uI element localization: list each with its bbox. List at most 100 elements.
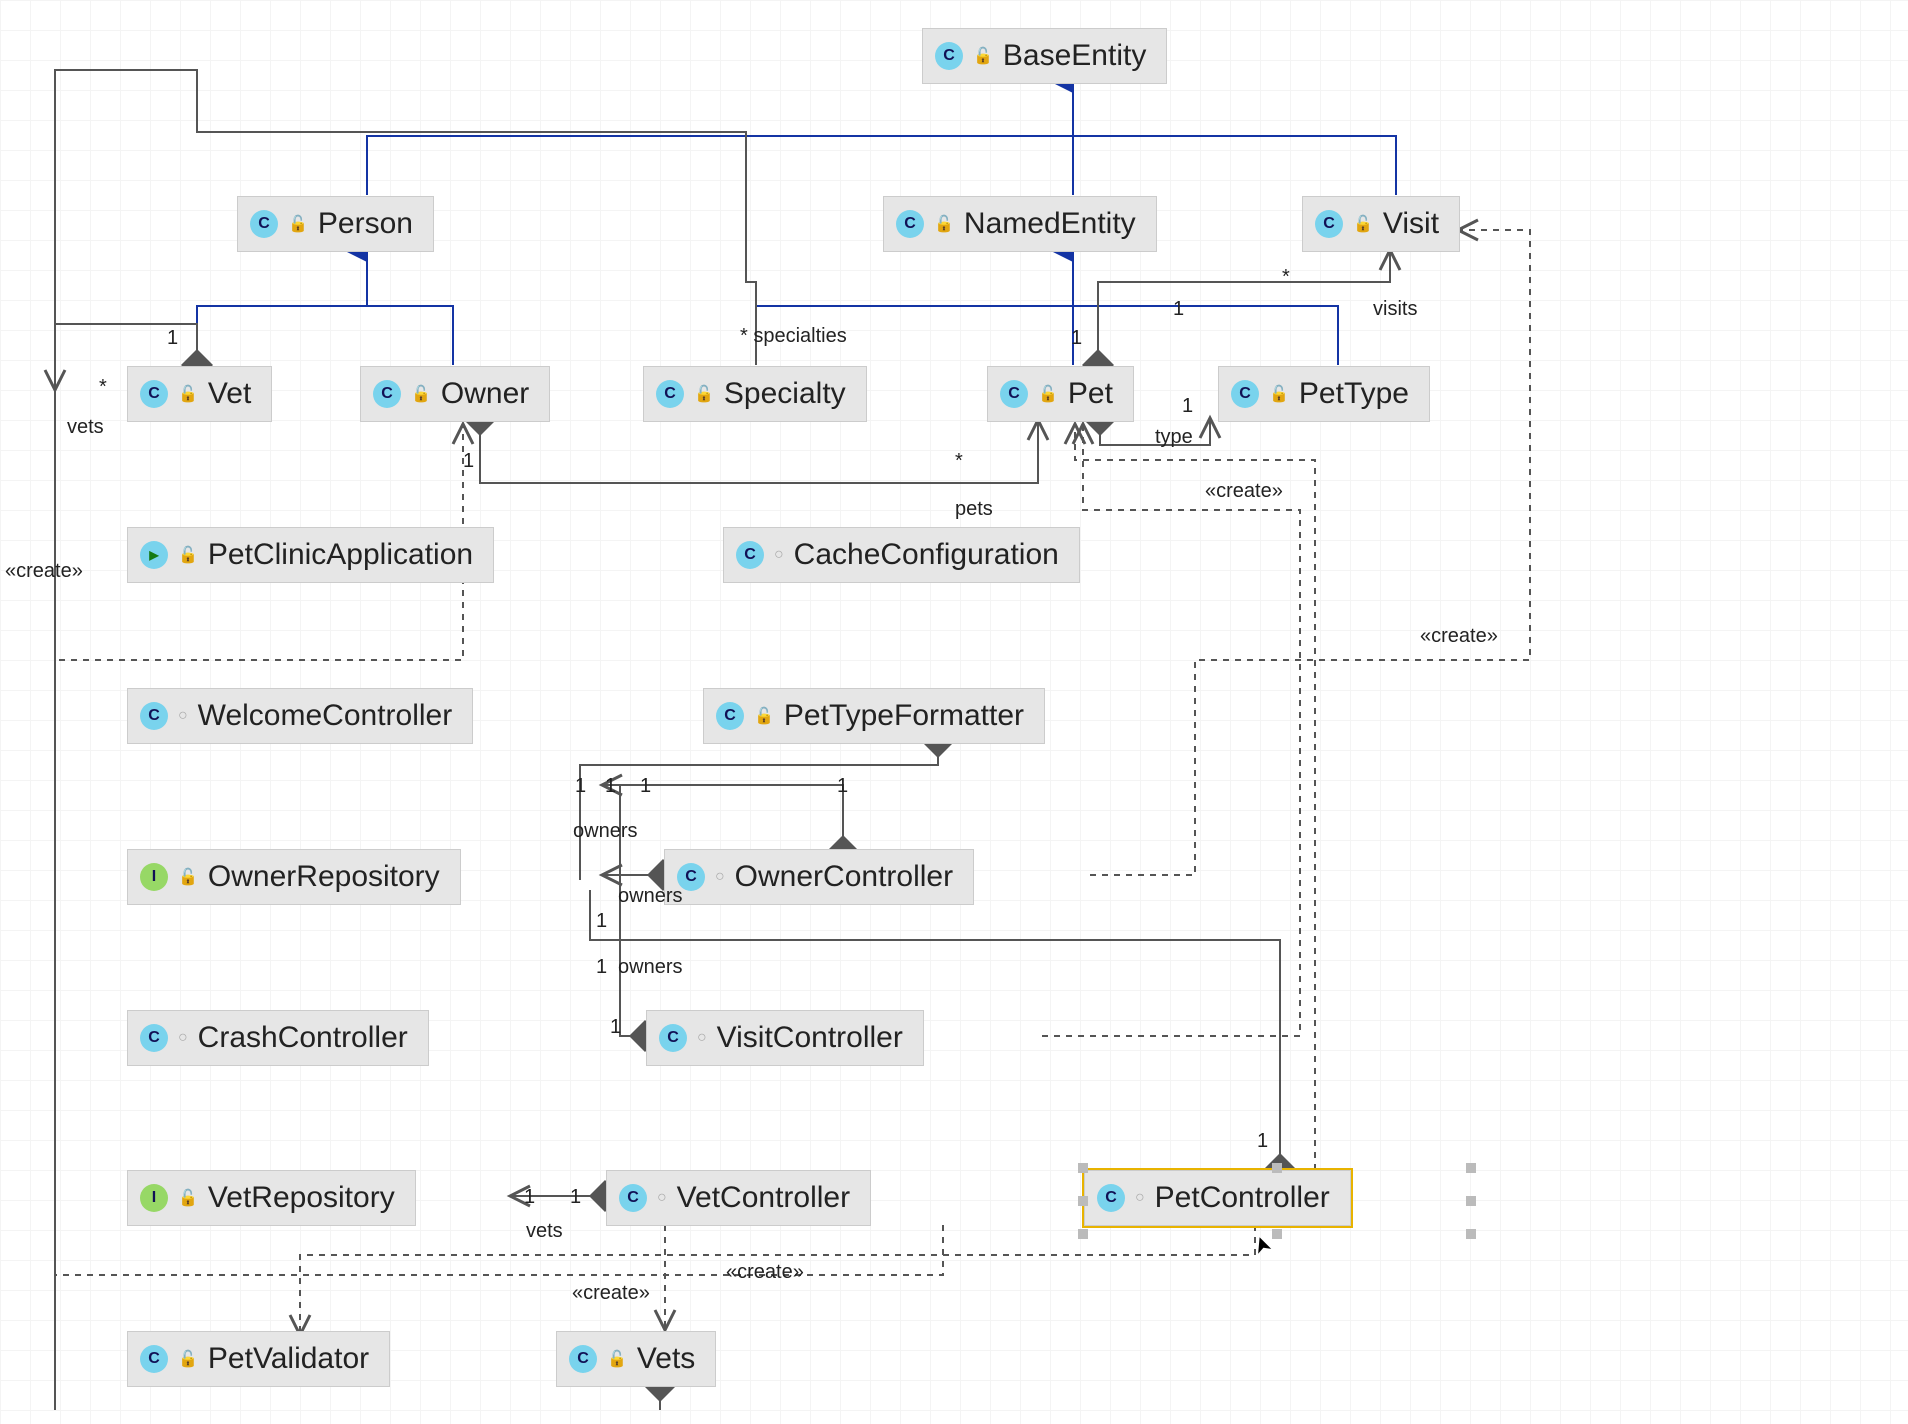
selection-handle[interactable]: [1272, 1163, 1282, 1173]
edge-label: vets: [67, 416, 104, 439]
class-node-Owner[interactable]: C 🔓 Owner: [360, 366, 550, 422]
class-node-PetController[interactable]: C○PetController: [1084, 1170, 1351, 1226]
class-icon: C: [373, 380, 401, 408]
runnable-class-icon: ▶: [140, 541, 168, 569]
unlock-icon: 🔓: [934, 214, 954, 234]
package-lock-icon: ○: [1135, 1189, 1145, 1207]
class-icon: C: [736, 541, 764, 569]
selection-handle[interactable]: [1078, 1163, 1088, 1173]
selection-handle[interactable]: [1466, 1163, 1476, 1173]
edge-label: «create»: [5, 560, 83, 583]
edge-label: 1: [610, 1016, 621, 1039]
class-name-label: PetClinicApplication: [208, 538, 473, 572]
unlock-icon: 🔓: [607, 1349, 627, 1369]
class-node-Specialty[interactable]: C🔓Specialty: [643, 366, 867, 422]
edge-label: «create»: [1420, 625, 1498, 648]
class-node-PetClinicApplication[interactable]: ▶🔓PetClinicApplication: [127, 527, 494, 583]
edge-label: 1: [640, 775, 651, 798]
package-lock-icon: ○: [715, 868, 725, 886]
class-node-CrashController[interactable]: C○CrashController: [127, 1010, 429, 1066]
uml-canvas[interactable]: C 🔓 BaseEntity C 🔓 Person C 🔓 NamedEntity C 🔓 Visit…: [0, 0, 1908, 1424]
unlock-icon: 🔓: [1353, 214, 1373, 234]
unlock-icon: 🔓: [178, 384, 198, 404]
class-icon: C: [1097, 1184, 1125, 1212]
selection-handle[interactable]: [1466, 1196, 1476, 1206]
edge-label: «create»: [572, 1282, 650, 1305]
edge-label: 1: [837, 775, 848, 798]
class-name-label: Owner: [441, 377, 529, 411]
class-node-Pet[interactable]: C🔓Pet: [987, 366, 1134, 422]
package-lock-icon: ○: [178, 1029, 188, 1047]
class-node-PetType[interactable]: C🔓PetType: [1218, 366, 1430, 422]
edge-label: 1: [596, 910, 607, 933]
unlock-icon: 🔓: [973, 46, 993, 66]
class-node-OwnerController[interactable]: C○OwnerController: [664, 849, 974, 905]
package-lock-icon: ○: [657, 1189, 667, 1207]
selection-handle[interactable]: [1078, 1196, 1088, 1206]
class-node-WelcomeController[interactable]: C○WelcomeController: [127, 688, 473, 744]
class-node-Person[interactable]: C 🔓 Person: [237, 196, 434, 252]
class-node-VetController[interactable]: C○VetController: [606, 1170, 871, 1226]
class-name-label: Vet: [208, 377, 251, 411]
edge-label: 1: [1182, 395, 1193, 418]
edge-label: visits: [1373, 298, 1417, 321]
edge-label: owners: [618, 885, 682, 908]
class-icon: C: [569, 1345, 597, 1373]
edge-label: 1: [605, 775, 616, 798]
class-icon: C: [250, 210, 278, 238]
selection-handle[interactable]: [1078, 1229, 1088, 1239]
unlock-icon: 🔓: [288, 214, 308, 234]
unlock-icon: 🔓: [754, 706, 774, 726]
class-name-label: NamedEntity: [964, 207, 1136, 241]
class-node-PetValidator[interactable]: C🔓PetValidator: [127, 1331, 390, 1387]
interface-icon: I: [140, 863, 168, 891]
class-icon: C: [1231, 380, 1259, 408]
class-name-label: BaseEntity: [1003, 39, 1146, 73]
selection-handle[interactable]: [1466, 1229, 1476, 1239]
edge-label: 1: [524, 1186, 535, 1209]
edge-label: owners: [618, 956, 682, 979]
class-name-label: CrashController: [198, 1021, 408, 1055]
class-name-label: OwnerRepository: [208, 860, 440, 894]
class-name-label: CacheConfiguration: [794, 538, 1059, 572]
unlock-icon: 🔓: [1038, 384, 1058, 404]
class-name-label: Specialty: [724, 377, 846, 411]
edge-label: vets: [526, 1220, 563, 1243]
package-lock-icon: ○: [774, 546, 784, 564]
edge-label: pets: [955, 498, 993, 521]
edge-label: 1: [575, 775, 586, 798]
edge-label: *: [955, 450, 963, 473]
class-name-label: Visit: [1383, 207, 1439, 241]
edge-label: * specialties: [740, 325, 847, 348]
edge-label: *: [99, 376, 107, 399]
class-node-PetTypeFormatter[interactable]: C🔓PetTypeFormatter: [703, 688, 1045, 744]
class-node-VisitController[interactable]: C○VisitController: [646, 1010, 924, 1066]
class-node-Visit[interactable]: C 🔓 Visit: [1302, 196, 1460, 252]
edge-label: 1: [463, 450, 474, 473]
class-name-label: PetType: [1299, 377, 1409, 411]
edge-label: «create»: [726, 1261, 804, 1284]
class-icon: C: [140, 380, 168, 408]
class-node-Vet[interactable]: C 🔓 Vet: [127, 366, 272, 422]
unlock-icon: 🔓: [411, 384, 431, 404]
edge-label: «create»: [1205, 480, 1283, 503]
class-icon: C: [1315, 210, 1343, 238]
class-name-label: WelcomeController: [198, 699, 453, 733]
package-lock-icon: ○: [697, 1029, 707, 1047]
selection-handle[interactable]: [1272, 1229, 1282, 1239]
class-node-NamedEntity[interactable]: C🔓NamedEntity: [883, 196, 1157, 252]
class-name-label: PetValidator: [208, 1342, 369, 1376]
class-name-label: OwnerController: [735, 860, 953, 894]
class-node-VetRepository[interactable]: I🔓VetRepository: [127, 1170, 416, 1226]
class-node-Vets[interactable]: C 🔓 Vets: [556, 1331, 716, 1387]
class-node-BaseEntity[interactable]: C 🔓 BaseEntity: [922, 28, 1167, 84]
edge-label: 1: [596, 956, 607, 979]
unlock-icon: 🔓: [178, 1188, 198, 1208]
class-name-label: Vets: [637, 1342, 695, 1376]
class-icon: C: [1000, 380, 1028, 408]
class-icon: C: [716, 702, 744, 730]
class-node-CacheConfiguration[interactable]: C ○ CacheConfiguration: [723, 527, 1080, 583]
class-icon: C: [935, 42, 963, 70]
class-node-OwnerRepository[interactable]: I🔓OwnerRepository: [127, 849, 461, 905]
class-name-label: Person: [318, 207, 413, 241]
